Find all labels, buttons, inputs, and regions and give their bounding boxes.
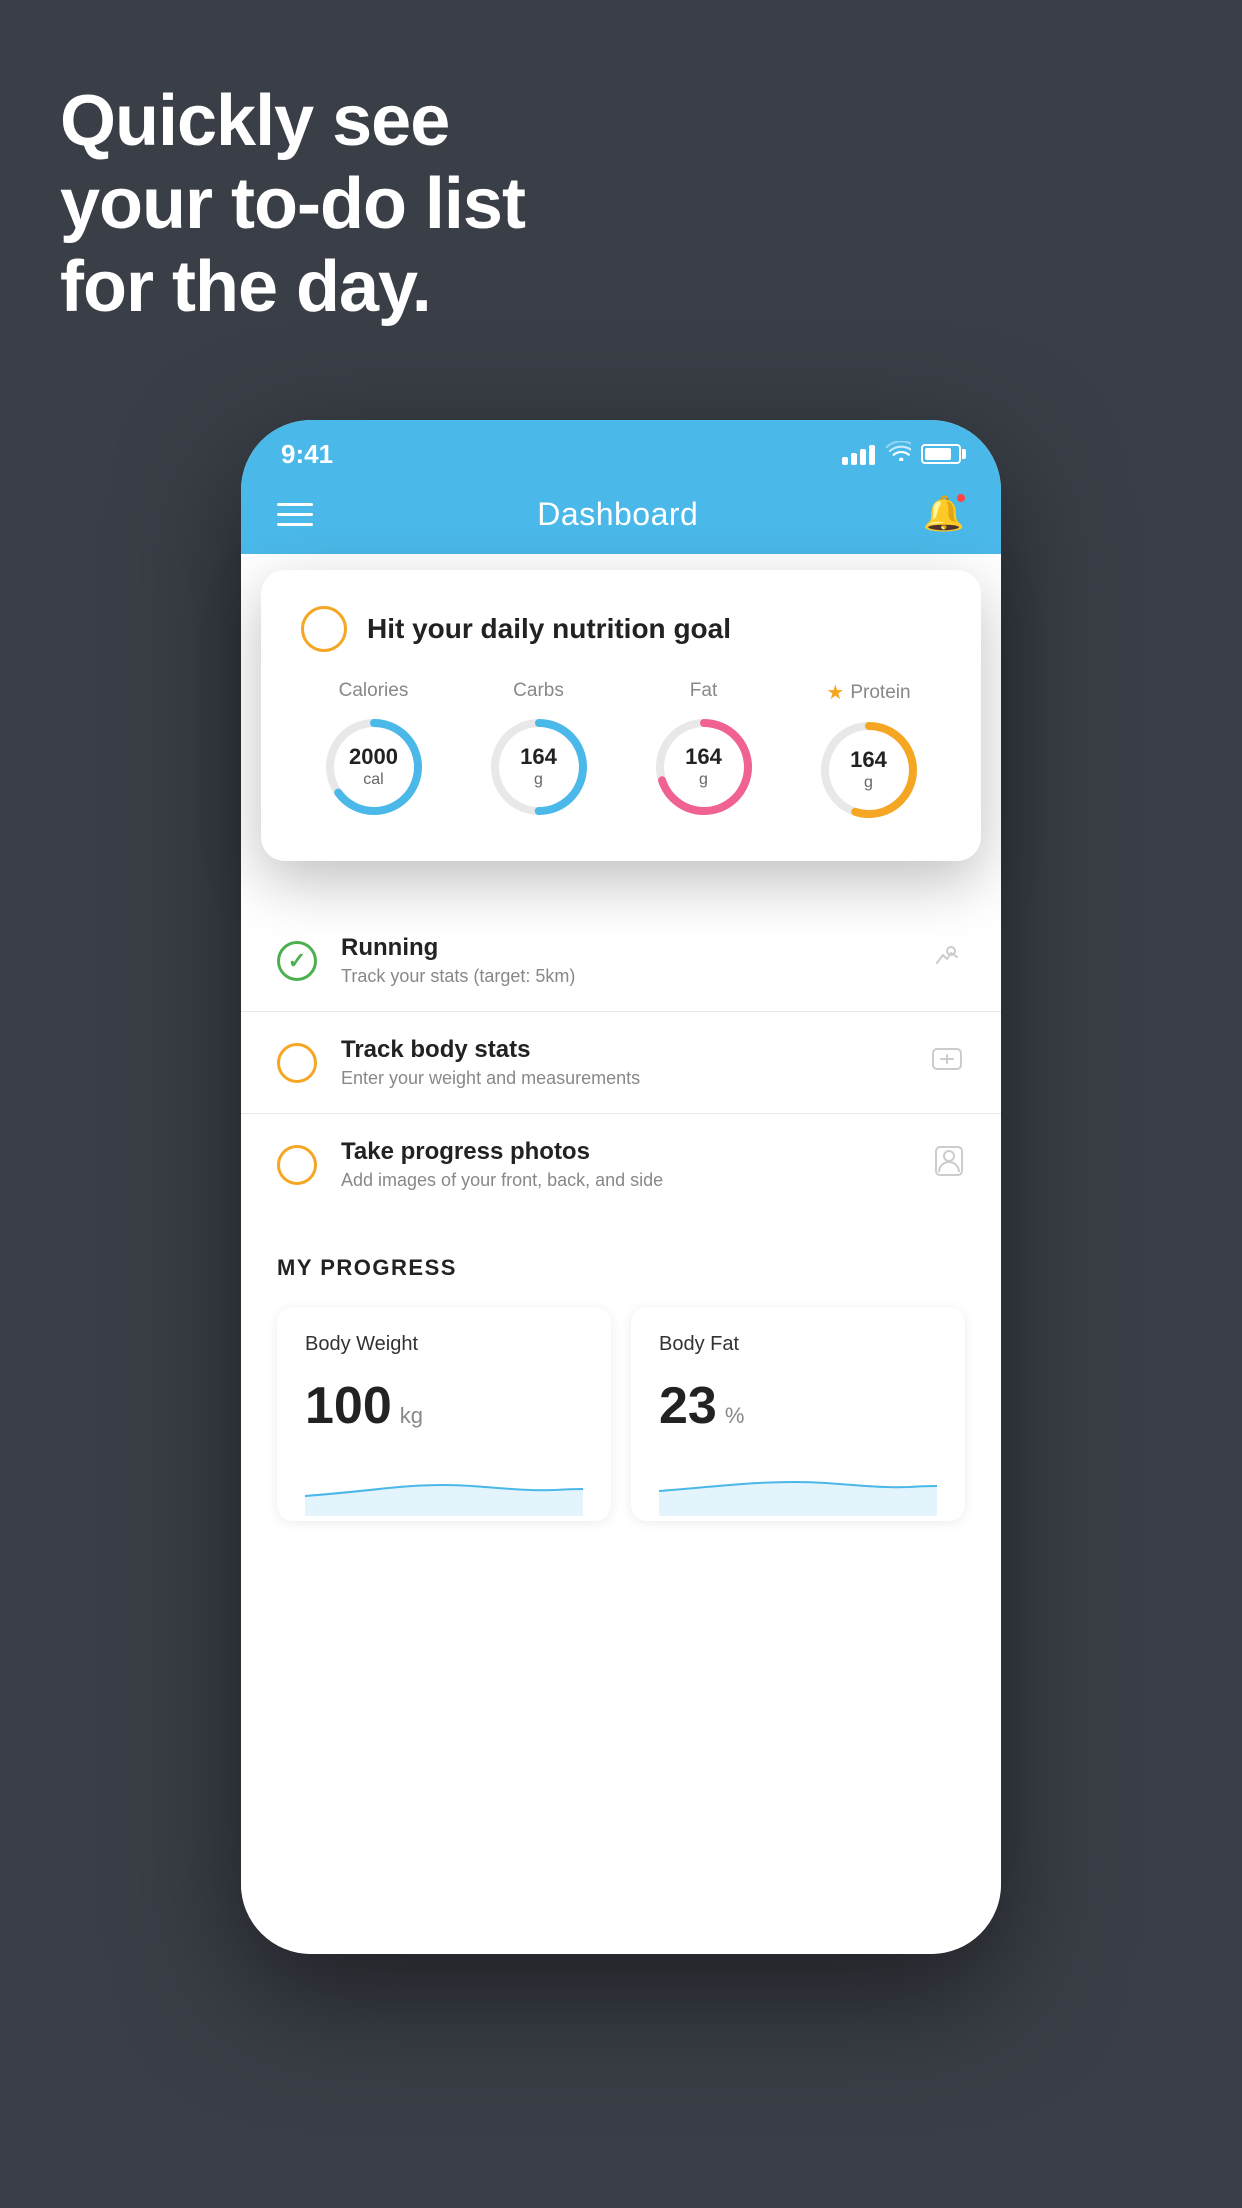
status-icons: [842, 441, 961, 467]
carbs-stat: Carbs 164 g: [484, 680, 594, 825]
carbs-value: 164 g: [520, 744, 557, 790]
fat-label: Fat: [690, 680, 717, 702]
body-weight-value: 100: [305, 1376, 392, 1436]
hamburger-line: [277, 503, 313, 506]
protein-stat: ★ Protein 164 g: [814, 680, 924, 825]
fat-value: 164 g: [685, 744, 722, 790]
todo-item-photos[interactable]: Take progress photos Add images of your …: [241, 1114, 1001, 1215]
todo-subtitle: Enter your weight and measurements: [341, 1068, 929, 1089]
app-header: Dashboard 🔔: [241, 480, 1001, 554]
todo-subtitle: Add images of your front, back, and side: [341, 1170, 933, 1191]
todo-title: Running: [341, 934, 929, 962]
running-icon: [929, 943, 965, 978]
carbs-label: Carbs: [513, 680, 564, 702]
hamburger-line: [277, 513, 313, 516]
progress-section-title: MY PROGRESS: [277, 1255, 965, 1281]
calories-value: 2000 cal: [349, 744, 398, 790]
hero-text: Quickly see your to-do list for the day.: [60, 80, 525, 328]
app-title: Dashboard: [537, 496, 698, 533]
body-weight-title: Body Weight: [305, 1333, 583, 1356]
body-fat-title: Body Fat: [659, 1333, 937, 1356]
menu-button[interactable]: [277, 503, 313, 526]
todo-title: Track body stats: [341, 1036, 929, 1064]
todo-title: Take progress photos: [341, 1138, 933, 1166]
nutrition-stats: Calories 2000 cal Carbs: [301, 680, 941, 825]
calories-label: Calories: [339, 680, 409, 702]
body-fat-chart: [659, 1456, 937, 1516]
hamburger-line: [277, 523, 313, 526]
body-weight-chart: [305, 1456, 583, 1516]
todo-list: ✓ Running Track your stats (target: 5km): [241, 910, 1001, 1215]
battery-icon: [921, 444, 961, 464]
todo-item-running[interactable]: ✓ Running Track your stats (target: 5km): [241, 910, 1001, 1012]
notification-dot: [955, 492, 967, 504]
fat-donut: 164 g: [649, 712, 759, 822]
body-fat-unit: %: [725, 1403, 745, 1429]
person-icon: [933, 1144, 965, 1185]
nutrition-circle: [301, 606, 347, 652]
body-fat-card[interactable]: Body Fat 23 %: [631, 1307, 965, 1521]
todo-circle-running: ✓: [277, 941, 317, 981]
body-weight-card[interactable]: Body Weight 100 kg: [277, 1307, 611, 1521]
check-icon: ✓: [288, 948, 306, 974]
todo-item-body-stats[interactable]: Track body stats Enter your weight and m…: [241, 1012, 1001, 1114]
todo-text-running: Running Track your stats (target: 5km): [341, 934, 929, 987]
body-weight-unit: kg: [400, 1403, 423, 1429]
notification-button[interactable]: 🔔: [923, 494, 965, 534]
todo-subtitle: Track your stats (target: 5km): [341, 966, 929, 987]
progress-cards: Body Weight 100 kg Body Fat: [277, 1307, 965, 1521]
progress-section: MY PROGRESS Body Weight 100 kg: [241, 1215, 1001, 1551]
card-header: Hit your daily nutrition goal: [301, 606, 941, 652]
body-fat-value-row: 23 %: [659, 1376, 937, 1436]
calories-stat: Calories 2000 cal: [319, 680, 429, 825]
scale-icon: [929, 1043, 965, 1082]
nutrition-card-title: Hit your daily nutrition goal: [367, 613, 731, 645]
todo-text-photos: Take progress photos Add images of your …: [341, 1138, 933, 1191]
protein-value: 164 g: [850, 747, 887, 793]
protein-label: ★ Protein: [826, 680, 910, 705]
status-bar: 9:41: [241, 420, 1001, 480]
body-weight-value-row: 100 kg: [305, 1376, 583, 1436]
todo-text-body-stats: Track body stats Enter your weight and m…: [341, 1036, 929, 1089]
star-icon: ★: [826, 680, 844, 705]
status-time: 9:41: [281, 439, 333, 470]
carbs-donut: 164 g: [484, 712, 594, 822]
todo-circle-body-stats: [277, 1043, 317, 1083]
protein-donut: 164 g: [814, 715, 924, 825]
wifi-icon: [885, 441, 911, 467]
body-fat-value: 23: [659, 1376, 717, 1436]
nutrition-card[interactable]: Hit your daily nutrition goal Calories 2…: [261, 570, 981, 861]
todo-circle-photos: [277, 1145, 317, 1185]
fat-stat: Fat 164 g: [649, 680, 759, 825]
signal-icon: [842, 443, 875, 465]
calories-donut: 2000 cal: [319, 712, 429, 822]
